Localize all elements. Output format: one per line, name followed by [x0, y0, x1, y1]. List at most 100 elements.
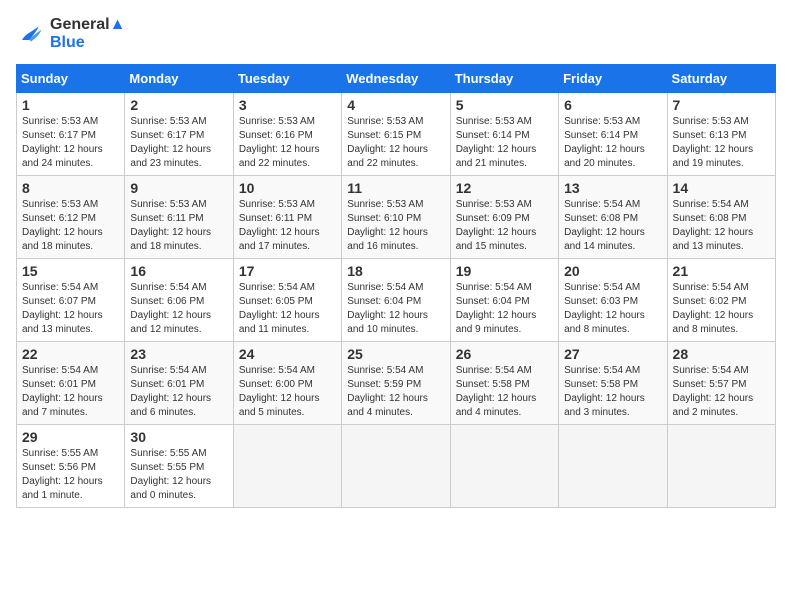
calendar-cell: 24 Sunrise: 5:54 AM Sunset: 6:00 PM Dayli…	[233, 342, 341, 425]
logo-text: General▲ Blue	[50, 16, 125, 52]
calendar-cell: 17 Sunrise: 5:54 AM Sunset: 6:05 PM Dayli…	[233, 259, 341, 342]
day-number: 15	[22, 263, 119, 279]
calendar-cell: 9Sunrise: 5:53 AM Sunset: 6:11 PM Daylig…	[125, 176, 233, 259]
day-info: Sunrise: 5:54 AM Sunset: 6:01 PM Dayligh…	[130, 364, 227, 420]
day-number: 20	[564, 263, 661, 279]
day-info: Sunrise: 5:54 AM Sunset: 6:03 PM Dayligh…	[564, 281, 661, 337]
day-number: 30	[130, 429, 227, 445]
day-info: Sunrise: 5:53 AM Sunset: 6:14 PM Dayligh…	[564, 115, 661, 171]
day-number: 27	[564, 346, 661, 362]
calendar-cell	[450, 425, 558, 508]
day-info: Sunrise: 5:53 AM Sunset: 6:17 PM Dayligh…	[22, 115, 119, 171]
day-info: Sunrise: 5:54 AM Sunset: 5:57 PM Dayligh…	[673, 364, 770, 420]
calendar-cell: 16 Sunrise: 5:54 AM Sunset: 6:06 PM Dayli…	[125, 259, 233, 342]
calendar-cell: 5 Sunrise: 5:53 AM Sunset: 6:14 PM Daylig…	[450, 93, 558, 176]
day-info: Sunrise: 5:53 AM Sunset: 6:16 PM Dayligh…	[239, 115, 336, 171]
page-header: General▲ Blue	[16, 16, 776, 52]
day-number: 2	[130, 97, 227, 113]
calendar-week-row: 1 Sunrise: 5:53 AM Sunset: 6:17 PM Daylig…	[17, 93, 776, 176]
day-info: Sunrise: 5:53 AM Sunset: 6:12 PM Dayligh…	[22, 198, 119, 254]
day-number: 13	[564, 180, 661, 196]
day-info: Sunrise: 5:55 AM Sunset: 5:55 PM Dayligh…	[130, 447, 227, 503]
day-number: 21	[673, 263, 770, 279]
day-number: 9	[130, 180, 227, 196]
calendar-cell: 1 Sunrise: 5:53 AM Sunset: 6:17 PM Daylig…	[17, 93, 125, 176]
day-info: Sunrise: 5:54 AM Sunset: 6:05 PM Dayligh…	[239, 281, 336, 337]
day-number: 25	[347, 346, 444, 362]
weekday-header-friday: Friday	[559, 65, 667, 93]
calendar-cell: 27 Sunrise: 5:54 AM Sunset: 5:58 PM Dayli…	[559, 342, 667, 425]
weekday-header-monday: Monday	[125, 65, 233, 93]
day-number: 19	[456, 263, 553, 279]
day-info: Sunrise: 5:54 AM Sunset: 6:08 PM Dayligh…	[564, 198, 661, 254]
calendar-cell: 3 Sunrise: 5:53 AM Sunset: 6:16 PM Daylig…	[233, 93, 341, 176]
day-info: Sunrise: 5:54 AM Sunset: 6:04 PM Dayligh…	[347, 281, 444, 337]
calendar-week-row: 15 Sunrise: 5:54 AM Sunset: 6:07 PM Dayli…	[17, 259, 776, 342]
day-info: Sunrise: 5:54 AM Sunset: 6:04 PM Dayligh…	[456, 281, 553, 337]
day-info: Sunrise: 5:54 AM Sunset: 6:07 PM Dayligh…	[22, 281, 119, 337]
day-number: 12	[456, 180, 553, 196]
calendar-cell: 15 Sunrise: 5:54 AM Sunset: 6:07 PM Dayli…	[17, 259, 125, 342]
day-info: Sunrise: 5:53 AM Sunset: 6:17 PM Dayligh…	[130, 115, 227, 171]
calendar-cell: 29Sunrise: 5:55 AM Sunset: 5:56 PM Dayli…	[17, 425, 125, 508]
calendar-cell: 10 Sunrise: 5:53 AM Sunset: 6:11 PM Dayli…	[233, 176, 341, 259]
calendar-cell	[342, 425, 450, 508]
day-number: 26	[456, 346, 553, 362]
day-info: Sunrise: 5:54 AM Sunset: 5:58 PM Dayligh…	[456, 364, 553, 420]
day-number: 3	[239, 97, 336, 113]
day-number: 7	[673, 97, 770, 113]
calendar-cell: 28 Sunrise: 5:54 AM Sunset: 5:57 PM Dayli…	[667, 342, 775, 425]
day-info: Sunrise: 5:53 AM Sunset: 6:11 PM Dayligh…	[239, 198, 336, 254]
calendar-cell	[233, 425, 341, 508]
day-number: 1	[22, 97, 119, 113]
day-info: Sunrise: 5:53 AM Sunset: 6:13 PM Dayligh…	[673, 115, 770, 171]
day-info: Sunrise: 5:54 AM Sunset: 6:02 PM Dayligh…	[673, 281, 770, 337]
day-number: 16	[130, 263, 227, 279]
calendar-cell: 22 Sunrise: 5:54 AM Sunset: 6:01 PM Dayli…	[17, 342, 125, 425]
weekday-header-tuesday: Tuesday	[233, 65, 341, 93]
day-info: Sunrise: 5:54 AM Sunset: 5:59 PM Dayligh…	[347, 364, 444, 420]
day-number: 17	[239, 263, 336, 279]
day-info: Sunrise: 5:53 AM Sunset: 6:10 PM Dayligh…	[347, 198, 444, 254]
day-number: 14	[673, 180, 770, 196]
calendar-table: SundayMondayTuesdayWednesdayThursdayFrid…	[16, 64, 776, 508]
day-info: Sunrise: 5:54 AM Sunset: 5:58 PM Dayligh…	[564, 364, 661, 420]
calendar-cell: 19 Sunrise: 5:54 AM Sunset: 6:04 PM Dayli…	[450, 259, 558, 342]
calendar-cell: 2 Sunrise: 5:53 AM Sunset: 6:17 PM Daylig…	[125, 93, 233, 176]
weekday-header-saturday: Saturday	[667, 65, 775, 93]
logo: General▲ Blue	[16, 16, 125, 52]
weekday-header-sunday: Sunday	[17, 65, 125, 93]
calendar-cell: 21 Sunrise: 5:54 AM Sunset: 6:02 PM Dayli…	[667, 259, 775, 342]
day-number: 18	[347, 263, 444, 279]
calendar-cell: 6 Sunrise: 5:53 AM Sunset: 6:14 PM Daylig…	[559, 93, 667, 176]
calendar-week-row: 29Sunrise: 5:55 AM Sunset: 5:56 PM Dayli…	[17, 425, 776, 508]
calendar-cell: 26 Sunrise: 5:54 AM Sunset: 5:58 PM Dayli…	[450, 342, 558, 425]
weekday-header-row: SundayMondayTuesdayWednesdayThursdayFrid…	[17, 65, 776, 93]
day-number: 8	[22, 180, 119, 196]
day-info: Sunrise: 5:54 AM Sunset: 6:08 PM Dayligh…	[673, 198, 770, 254]
calendar-week-row: 22 Sunrise: 5:54 AM Sunset: 6:01 PM Dayli…	[17, 342, 776, 425]
calendar-cell: 23 Sunrise: 5:54 AM Sunset: 6:01 PM Dayli…	[125, 342, 233, 425]
day-number: 28	[673, 346, 770, 362]
calendar-cell: 20 Sunrise: 5:54 AM Sunset: 6:03 PM Dayli…	[559, 259, 667, 342]
day-info: Sunrise: 5:53 AM Sunset: 6:09 PM Dayligh…	[456, 198, 553, 254]
weekday-header-thursday: Thursday	[450, 65, 558, 93]
calendar-cell: 12 Sunrise: 5:53 AM Sunset: 6:09 PM Dayli…	[450, 176, 558, 259]
day-number: 4	[347, 97, 444, 113]
day-info: Sunrise: 5:54 AM Sunset: 6:06 PM Dayligh…	[130, 281, 227, 337]
day-number: 5	[456, 97, 553, 113]
calendar-cell: 8 Sunrise: 5:53 AM Sunset: 6:12 PM Daylig…	[17, 176, 125, 259]
calendar-cell	[667, 425, 775, 508]
day-number: 10	[239, 180, 336, 196]
weekday-header-wednesday: Wednesday	[342, 65, 450, 93]
calendar-cell: 7 Sunrise: 5:53 AM Sunset: 6:13 PM Daylig…	[667, 93, 775, 176]
day-number: 23	[130, 346, 227, 362]
day-number: 22	[22, 346, 119, 362]
day-number: 6	[564, 97, 661, 113]
day-info: Sunrise: 5:53 AM Sunset: 6:14 PM Dayligh…	[456, 115, 553, 171]
day-info: Sunrise: 5:54 AM Sunset: 6:01 PM Dayligh…	[22, 364, 119, 420]
calendar-cell: 18 Sunrise: 5:54 AM Sunset: 6:04 PM Dayli…	[342, 259, 450, 342]
day-number: 24	[239, 346, 336, 362]
day-info: Sunrise: 5:54 AM Sunset: 6:00 PM Dayligh…	[239, 364, 336, 420]
calendar-cell: 11Sunrise: 5:53 AM Sunset: 6:10 PM Dayli…	[342, 176, 450, 259]
